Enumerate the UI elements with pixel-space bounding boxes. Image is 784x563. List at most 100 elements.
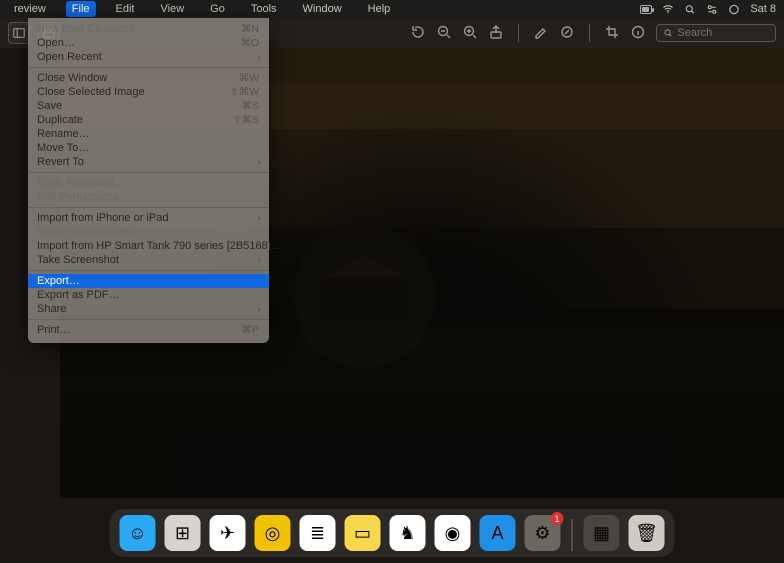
menu-item-move-to[interactable]: Move To… (28, 141, 269, 155)
menu-item-label: Close Selected Image (37, 86, 230, 98)
menu-item-import-from-hp-smart-tank-790-series-2b5168[interactable]: Import from HP Smart Tank 790 series [2B… (28, 239, 269, 253)
dock-brave-icon[interactable]: ♞ (390, 515, 426, 551)
menu-item-label: Revert To (37, 156, 259, 168)
menu-item-label: Close Window (37, 72, 239, 84)
rotate-icon[interactable] (410, 24, 426, 43)
toolbar-separator-2 (589, 24, 590, 42)
spotlight-icon[interactable] (684, 3, 696, 15)
share-icon[interactable] (488, 24, 504, 43)
dock-notes-alt-icon[interactable]: ◎ (255, 515, 291, 551)
menu-item-close-window[interactable]: Close Window⌘W (28, 71, 269, 85)
menubar-app-name[interactable]: review (8, 1, 52, 17)
menu-window[interactable]: Window (297, 1, 348, 17)
highlight-icon[interactable] (533, 24, 549, 43)
menu-separator (28, 67, 269, 68)
menu-tools[interactable]: Tools (245, 1, 283, 17)
menu-item-label: Take Screenshot (37, 254, 259, 266)
dock-reminders-icon[interactable]: ≣ (300, 515, 336, 551)
menu-item-label: New from Clipboard (37, 23, 241, 35)
dock-separator (572, 519, 573, 551)
menu-item-label: Print… (37, 324, 241, 336)
submenu-arrow-icon: › (258, 304, 261, 315)
dock-appstore-icon[interactable]: A (480, 515, 516, 551)
menu-item-export[interactable]: Export… (28, 274, 269, 288)
zoom-out-icon[interactable] (436, 24, 452, 43)
menu-item-export-as-pdf[interactable]: Export as PDF… (28, 288, 269, 302)
menu-item-shortcut: ⌘N (241, 23, 259, 35)
submenu-arrow-icon: › (258, 255, 261, 266)
menu-help[interactable]: Help (362, 1, 397, 17)
menu-item-shortcut: ⌘O (240, 37, 259, 49)
menu-item-duplicate[interactable]: Duplicate⇧⌘S (28, 113, 269, 127)
menu-item-label: Import from Camera… (37, 226, 259, 238)
menu-item-label: Import from iPhone or iPad (37, 212, 259, 224)
toolbar-separator (518, 24, 519, 42)
menu-file[interactable]: File (66, 1, 96, 17)
menu-separator (28, 319, 269, 320)
dock-launchpad-icon[interactable]: ⊞ (165, 515, 201, 551)
menu-item-label: Rename… (37, 128, 259, 140)
dock-trash-icon[interactable]: 🗑 (629, 515, 665, 551)
info-icon[interactable] (630, 24, 646, 43)
menu-item-close-selected-image[interactable]: Close Selected Image⇧⌘W (28, 85, 269, 99)
menu-item-edit-permissions: Edit Permissions… (28, 190, 269, 204)
menubar: review File Edit View Go Tools Window He… (0, 0, 784, 18)
menu-item-label: Open Recent (37, 51, 259, 63)
dock-finder-icon[interactable]: ☺ (120, 515, 156, 551)
dock-badge: 1 (551, 512, 564, 525)
search-field[interactable] (656, 24, 776, 42)
menu-item-shortcut: ⌘W (239, 72, 259, 84)
wifi-icon[interactable] (662, 3, 674, 15)
dock-maps-icon[interactable]: ✈ (210, 515, 246, 551)
menu-item-label: Enter Password… (37, 177, 259, 189)
siri-icon[interactable] (728, 3, 740, 15)
menu-item-new-from-clipboard: New from Clipboard⌘N (28, 22, 269, 36)
file-menu-dropdown: New from Clipboard⌘NOpen…⌘OOpen Recent›C… (28, 18, 269, 343)
menu-item-save[interactable]: Save⌘S (28, 99, 269, 113)
dock-notes-icon[interactable]: ▭ (345, 515, 381, 551)
desktop: review File Edit View Go Tools Window He… (0, 0, 784, 563)
menu-item-enter-password: Enter Password… (28, 176, 269, 190)
menu-item-share[interactable]: Share› (28, 302, 269, 316)
sidebar-toggle-icon[interactable] (8, 22, 30, 44)
menu-item-rename[interactable]: Rename… (28, 127, 269, 141)
menu-separator (28, 270, 269, 271)
crop-icon[interactable] (604, 24, 620, 43)
menu-item-shortcut: ⌘S (241, 100, 259, 112)
menu-item-label: Export as PDF… (37, 289, 259, 301)
menu-item-open-recent[interactable]: Open Recent› (28, 50, 269, 64)
menu-item-label: Edit Permissions… (37, 191, 259, 203)
menu-item-label: Save (37, 100, 241, 112)
menu-go[interactable]: Go (204, 1, 231, 17)
menu-item-open[interactable]: Open…⌘O (28, 36, 269, 50)
menu-item-revert-to[interactable]: Revert To› (28, 155, 269, 169)
menu-item-shortcut: ⌘P (241, 324, 259, 336)
markup-icon[interactable] (559, 24, 575, 43)
search-input[interactable] (677, 27, 769, 39)
menu-item-shortcut: ⇧⌘W (230, 86, 259, 98)
menu-item-import-from-camera: Import from Camera… (28, 225, 269, 239)
search-icon (663, 27, 673, 39)
zoom-in-icon[interactable] (462, 24, 478, 43)
menu-separator (28, 207, 269, 208)
control-center-icon[interactable] (706, 3, 718, 15)
dock-settings-icon[interactable]: ⚙1 (525, 515, 561, 551)
menu-edit[interactable]: Edit (110, 1, 141, 17)
menu-item-take-screenshot[interactable]: Take Screenshot› (28, 253, 269, 267)
menu-item-import-from-iphone-or-ipad[interactable]: Import from iPhone or iPad› (28, 211, 269, 225)
menu-item-label: Duplicate (37, 114, 233, 126)
battery-icon[interactable] (640, 3, 652, 15)
menu-item-label: Share (37, 303, 259, 315)
menu-item-label: Open… (37, 37, 240, 49)
menu-item-shortcut: ⇧⌘S (233, 114, 259, 126)
status-date[interactable]: Sat 8 (750, 3, 776, 15)
submenu-arrow-icon: › (258, 52, 261, 63)
menu-item-label: Move To… (37, 142, 259, 154)
dock: ☺⊞✈◎≣▭♞◉A⚙1 ▦🗑 (110, 509, 675, 557)
menu-view[interactable]: View (155, 1, 191, 17)
submenu-arrow-icon: › (258, 213, 261, 224)
dock-preview-doc-icon[interactable]: ▦ (584, 515, 620, 551)
menu-item-print[interactable]: Print…⌘P (28, 323, 269, 337)
dock-chrome-icon[interactable]: ◉ (435, 515, 471, 551)
submenu-arrow-icon: › (258, 157, 261, 168)
